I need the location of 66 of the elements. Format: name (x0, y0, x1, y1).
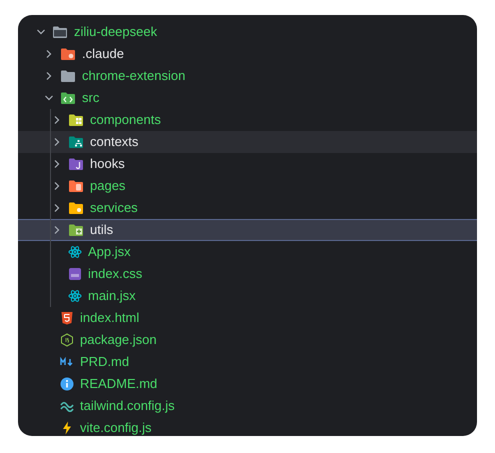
hook-folder-icon (68, 157, 84, 171)
folder-row[interactable]: utils (18, 219, 477, 241)
item-label: components (90, 111, 161, 130)
file-row[interactable]: index.css (18, 263, 477, 285)
file-row[interactable]: tailwind.config.js (18, 395, 477, 417)
item-label: vite.config.js (80, 419, 152, 436)
item-label: App.jsx (88, 243, 131, 262)
hierarchy-folder-icon (68, 135, 84, 149)
chevron-right-icon[interactable] (52, 137, 62, 147)
chevron-right-icon[interactable] (52, 181, 62, 191)
item-label: index.html (80, 309, 140, 328)
lightning-icon (60, 421, 74, 435)
item-label: contexts (90, 133, 138, 152)
folder-row[interactable]: services (18, 197, 477, 219)
item-label: services (90, 199, 138, 218)
item-label: tailwind.config.js (80, 397, 175, 416)
chevron-right-icon[interactable] (52, 115, 62, 125)
html-file-icon (60, 311, 74, 325)
chevron-right-icon[interactable] (52, 159, 62, 169)
item-label: hooks (90, 155, 125, 174)
react-atom-icon (68, 289, 82, 303)
folder-row[interactable]: src (18, 87, 477, 109)
item-label: package.json (80, 331, 157, 350)
file-row[interactable]: vite.config.js (18, 417, 477, 436)
hexagon-file-icon (60, 333, 74, 347)
css-file-icon (68, 267, 82, 281)
react-atom-icon (68, 245, 82, 259)
item-label: README.md (80, 375, 158, 394)
chevron-right-icon[interactable] (52, 225, 62, 235)
file-row[interactable]: main.jsx (18, 285, 477, 307)
chevron-right-icon[interactable] (44, 71, 54, 81)
folder-row[interactable]: hooks (18, 153, 477, 175)
info-icon (60, 377, 74, 391)
item-label: ziliu-deepseek (74, 23, 158, 42)
folder-row[interactable]: chrome-extension (18, 65, 477, 87)
wave-icon (60, 399, 74, 413)
page-folder-icon (68, 179, 84, 193)
item-label: PRD.md (80, 353, 130, 372)
item-label: .claude (82, 45, 124, 64)
item-label: src (82, 89, 100, 108)
chevron-right-icon[interactable] (52, 203, 62, 213)
item-label: chrome-extension (82, 67, 186, 86)
file-row[interactable]: index.html (18, 307, 477, 329)
folder-row[interactable]: pages (18, 175, 477, 197)
item-label: index.css (88, 265, 142, 284)
item-label: main.jsx (88, 287, 136, 306)
file-row[interactable]: package.json (18, 329, 477, 351)
chevron-right-icon[interactable] (44, 49, 54, 59)
folder-icon (52, 25, 68, 39)
folder-row[interactable]: .claude (18, 43, 477, 65)
item-label: utils (90, 221, 114, 240)
chevron-down-icon[interactable] (36, 27, 46, 37)
folder-icon (60, 47, 76, 61)
folder-row[interactable]: contexts (18, 131, 477, 153)
gear-folder-icon (68, 201, 84, 215)
file-row[interactable]: PRD.md (18, 351, 477, 373)
code-folder-icon (60, 91, 76, 105)
plus-folder-icon (68, 223, 84, 237)
item-label: pages (90, 177, 126, 196)
chevron-down-icon[interactable] (44, 93, 54, 103)
folder-icon (60, 69, 76, 83)
folder-row[interactable]: ziliu-deepseek (18, 21, 477, 43)
file-row[interactable]: README.md (18, 373, 477, 395)
grid-folder-icon (68, 113, 84, 127)
folder-row[interactable]: components (18, 109, 477, 131)
file-row[interactable]: App.jsx (18, 241, 477, 263)
